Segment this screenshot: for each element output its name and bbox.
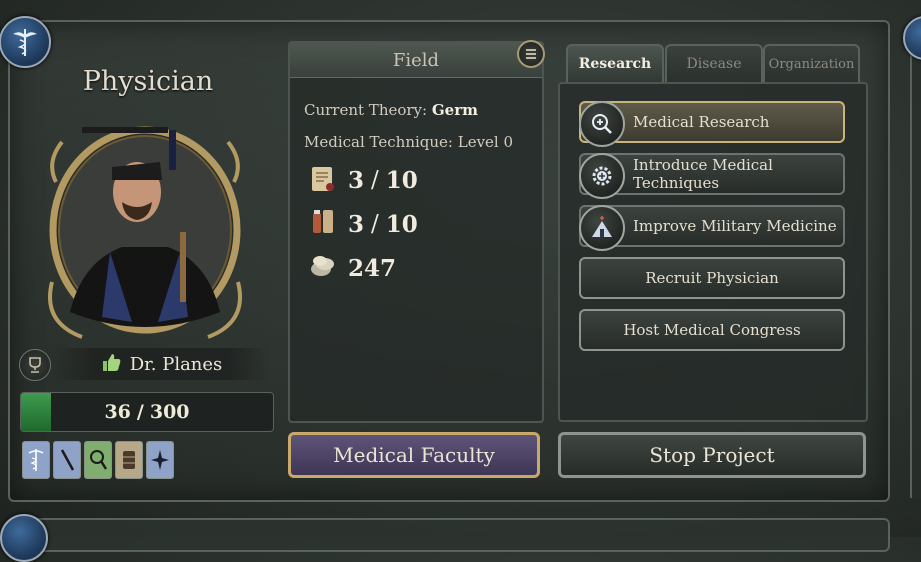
scalpel-trait-icon[interactable] [53,441,81,479]
tab-disease[interactable]: Disease [665,44,763,82]
character-title: Physician [82,66,214,97]
skull-emblem-icon[interactable] [0,514,48,562]
current-theory-value: Germ [431,101,479,119]
experience-current: 36 [104,401,131,423]
trophy-icon[interactable] [19,349,51,381]
field-header: Field [290,43,542,78]
caduceus-emblem-icon [0,16,51,68]
vials-separator: / [371,210,379,237]
field-hospital-icon [579,205,625,251]
improve-military-medicine-button[interactable]: Improve Military Medicine [579,205,845,251]
character-portrait[interactable] [42,122,248,344]
bottom-panel [20,518,890,552]
scroll-stat: 3 / 10 [308,163,418,197]
host-medical-congress-button[interactable]: Host Medical Congress [579,309,845,351]
character-name-bar: Dr. Planes [52,348,270,380]
adjacent-window-edge [910,22,921,498]
scroll-icon [308,163,338,197]
medical-faculty-button[interactable]: Medical Faculty [288,432,540,478]
current-theory: Current Theory: Germ [304,101,478,119]
caduceus-trait-icon[interactable] [22,441,50,479]
gear-plus-icon [579,153,625,199]
medical-research-label: Medical Research [633,113,770,131]
coins-stat-value: 247 [348,255,396,282]
medical-research-button[interactable]: Medical Research [579,101,845,147]
stop-project-button[interactable]: Stop Project [558,432,866,478]
experience-separator: / [136,401,144,423]
introduce-medical-techniques-button[interactable]: Introduce Medical Techniques [579,153,845,199]
sparkle-trait-icon[interactable] [146,441,174,479]
tab-organization[interactable]: Organization [763,44,860,82]
scroll-max: 10 [385,166,418,194]
vials-icon [308,207,338,241]
scroll-separator: / [371,166,379,193]
vials-current: 3 [348,210,365,238]
tab-research[interactable]: Research [566,44,664,82]
coins-value: 247 [348,254,397,282]
lab-trait-icon[interactable] [115,441,143,479]
magnifier-plus-icon [579,101,625,147]
experience-max: 300 [149,401,190,423]
experience-text: 36 / 300 [21,393,273,431]
trait-list [22,441,174,479]
improve-military-medicine-label: Improve Military Medicine [633,217,837,235]
introduce-medical-techniques-label: Introduce Medical Techniques [633,156,773,192]
recruit-physician-button[interactable]: Recruit Physician [579,257,845,299]
coins-stat: 247 [308,251,396,285]
vials-max: 10 [385,210,418,238]
experience-bar: 36 / 300 [20,392,274,432]
current-theory-label: Current Theory: [304,101,428,119]
field-panel: Field Current Theory: Germ Medical Techn… [288,40,545,423]
thumbs-up-icon [100,351,122,377]
scroll-current: 3 [348,166,365,194]
coins-icon [308,251,338,285]
vials-stat-value: 3 / 10 [348,211,418,238]
next-window-emblem-icon[interactable] [903,16,921,60]
microscope-trait-icon[interactable] [84,441,112,479]
scroll-stat-value: 3 / 10 [348,167,418,194]
menu-icon[interactable] [517,40,545,68]
vials-stat: 3 / 10 [308,207,418,241]
medical-technique: Medical Technique: Level 0 [304,133,514,151]
character-name: Dr. Planes [129,353,223,375]
